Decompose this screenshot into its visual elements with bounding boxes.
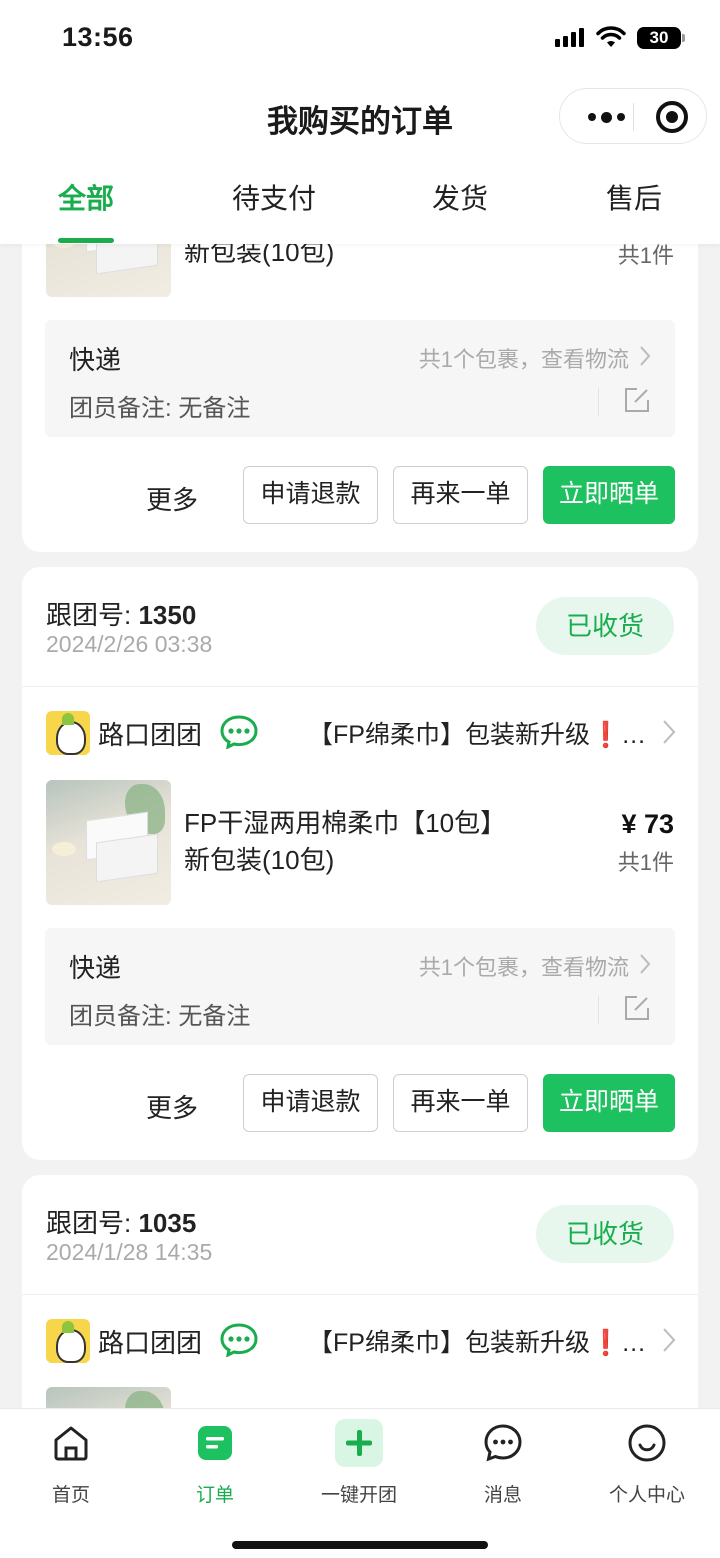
edit-note-icon[interactable] (623, 386, 651, 414)
divider (22, 1294, 698, 1295)
tab-pending-payment[interactable]: 待支付 (232, 177, 316, 217)
share-review-button[interactable]: 立即晒单 (543, 466, 675, 524)
bottom-tab-bar: 首页 订单 一键开团 消息 个人中心 (0, 1408, 720, 1558)
wifi-icon (596, 26, 626, 47)
member-note: 团员备注: 无备注 (69, 395, 251, 422)
order-time: 2024/1/28 14:35 (46, 1239, 213, 1265)
refund-button[interactable]: 申请退款 (243, 1074, 378, 1132)
order-card: 跟团号: 1035 2024/1/28 14:35 已收货 路口团团 【FP绵柔… (22, 1175, 698, 1435)
tabbar-label: 消息 (483, 1485, 522, 1506)
share-review-button[interactable]: 立即晒单 (543, 1074, 675, 1132)
tabbar-item-home[interactable]: 首页 (11, 1423, 131, 1507)
edit-note-icon[interactable] (623, 994, 651, 1022)
order-time: 2024/2/26 03:38 (46, 631, 213, 657)
product-variant: 新包装(10包) (184, 845, 335, 875)
message-icon (484, 1424, 522, 1462)
order-number: 跟团号: 1035 (46, 1208, 197, 1238)
tabbar-label: 订单 (195, 1485, 234, 1506)
tab-shipping[interactable]: 发货 (432, 177, 488, 217)
home-icon (54, 1426, 88, 1461)
close-mini-program-icon[interactable] (656, 101, 688, 133)
delivery-info: 快递 共1个包裹，查看物流 团员备注: 无备注 (45, 320, 675, 437)
reorder-button[interactable]: 再来一单 (393, 466, 528, 524)
order-card-partial: 新包装(10包) 共1件 快递 共1个包裹，查看物流 团员备注: 无备注 更多 … (22, 200, 698, 552)
refund-button[interactable]: 申请退款 (243, 466, 378, 524)
shop-row[interactable]: 路口团团 【FP绵柔巾】包装新升级❗️品牌正品 (46, 711, 676, 755)
product-price: ¥ 73 (621, 809, 674, 839)
more-actions-link[interactable]: 更多 (146, 1088, 198, 1125)
signal-icon (555, 28, 584, 47)
status-badge: 已收货 (536, 597, 674, 655)
product-image[interactable] (46, 780, 171, 905)
group-description: 【FP绵柔巾】包装新升级❗️品牌正品 (308, 721, 654, 749)
delivery-method: 快递 (69, 953, 122, 983)
tabbar-item-messages[interactable]: 消息 (443, 1423, 563, 1507)
tabbar-label: 个人中心 (608, 1485, 685, 1506)
order-number: 跟团号: 1350 (46, 600, 197, 630)
status-badge: 已收货 (536, 1205, 674, 1263)
status-bar: 13:56 30 (0, 0, 720, 80)
tabbar-label: 一键开团 (320, 1485, 397, 1506)
plus-icon (335, 1419, 383, 1467)
nav-bar: 我购买的订单 (0, 80, 720, 152)
tabbar-item-orders[interactable]: 订单 (155, 1423, 275, 1507)
shop-name: 路口团团 (98, 1328, 203, 1358)
view-logistics-link[interactable]: 共1个包裹，查看物流 (419, 342, 629, 374)
status-time: 13:56 (62, 22, 134, 52)
shop-avatar (46, 711, 90, 755)
profile-icon (628, 1424, 666, 1462)
member-note: 团员备注: 无备注 (69, 1003, 251, 1030)
chevron-right-icon (640, 346, 651, 366)
divider (22, 686, 698, 687)
shop-name: 路口团团 (98, 720, 203, 750)
tabbar-label: 首页 (51, 1485, 90, 1506)
delivery-method: 快递 (69, 345, 122, 375)
chevron-right-icon (663, 1328, 676, 1352)
battery-icon: 30 (637, 27, 685, 49)
chevron-right-icon (640, 954, 651, 974)
shop-row[interactable]: 路口团团 【FP绵柔巾】包装新升级❗️品牌正品 (46, 1319, 676, 1363)
tabbar-item-start-group[interactable]: 一键开团 (299, 1419, 419, 1507)
more-menu-icon[interactable] (578, 89, 634, 145)
order-icon (198, 1426, 232, 1460)
product-quantity: 共1件 (617, 850, 674, 875)
tabbar-item-profile[interactable]: 个人中心 (587, 1423, 707, 1507)
shop-avatar (46, 1319, 90, 1363)
group-description: 【FP绵柔巾】包装新升级❗️品牌正品 (308, 1329, 654, 1357)
order-tabs: 全部 待支付 发货 售后 (0, 152, 720, 244)
note-divider (598, 388, 599, 416)
capsule-divider (633, 103, 634, 131)
mini-program-capsule (559, 88, 707, 144)
reorder-button[interactable]: 再来一单 (393, 1074, 528, 1132)
product-name: FP干湿两用棉柔巾【10包】 (184, 808, 507, 838)
note-divider (598, 996, 599, 1024)
more-actions-link[interactable]: 更多 (146, 480, 198, 517)
chevron-right-icon (663, 720, 676, 744)
home-indicator[interactable] (232, 1541, 488, 1549)
delivery-info: 快递 共1个包裹，查看物流 团员备注: 无备注 (45, 928, 675, 1045)
tab-active-indicator (58, 238, 114, 243)
chat-icon[interactable] (220, 715, 258, 749)
tab-after-sales[interactable]: 售后 (606, 177, 662, 217)
tab-all[interactable]: 全部 (58, 177, 114, 217)
chat-icon[interactable] (220, 1323, 258, 1357)
order-card: 跟团号: 1350 2024/2/26 03:38 已收货 路口团团 【FP绵柔… (22, 567, 698, 1160)
view-logistics-link[interactable]: 共1个包裹，查看物流 (419, 950, 629, 982)
